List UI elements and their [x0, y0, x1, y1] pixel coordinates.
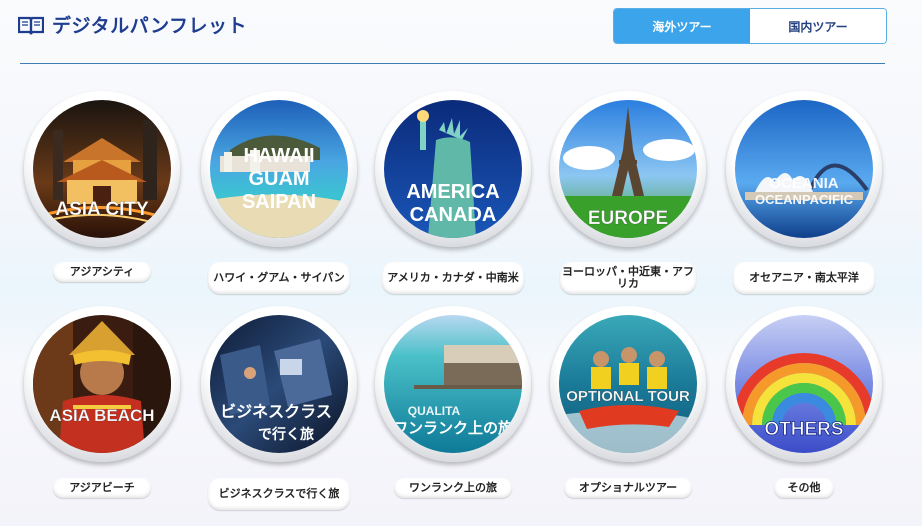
destination-image-qualita[interactable]: QUALITA ワンランク上の旅	[375, 306, 531, 462]
destination-caption[interactable]: アジアシティ	[53, 262, 151, 282]
destination-caption[interactable]: アジアビーチ	[53, 478, 151, 498]
destination-image-business[interactable]: ビジネスクラス で行く旅	[201, 306, 357, 462]
destination-overlay-america-line2: CANADA	[410, 204, 497, 226]
destination-caption[interactable]: ヨーロッパ・中近東・アフリカ	[560, 262, 696, 294]
destination-overlay-others: OTHERS	[764, 419, 843, 440]
destination-caption[interactable]: オセアニア・南太平洋	[733, 262, 875, 294]
destination-overlay-optional: OPTIONAL TOUR	[566, 388, 690, 405]
destination-image-hawaii[interactable]: HAWAII GUAM SAIPAN	[201, 91, 357, 247]
destination-image-others[interactable]: OTHERS	[726, 306, 882, 462]
destination-overlay-europe: EUROPE	[588, 208, 668, 229]
page-title: デジタルパンフレット	[52, 15, 248, 37]
destination-image-europe[interactable]: EUROPE	[550, 91, 706, 247]
destination-overlay-oceania-line2: OCEANPACIFIC	[755, 192, 854, 207]
destination-image-oceania[interactable]: OCEANIA OCEANPACIFIC	[726, 91, 882, 247]
destination-caption[interactable]: アメリカ・カナダ・中南米	[382, 262, 524, 294]
destination-overlay-qualita-line2: ワンランク上の旅	[393, 419, 513, 437]
destination-overlay-qualita-line1: QUALITA	[408, 404, 461, 418]
destination-caption[interactable]: ワンランク上の旅	[394, 478, 512, 498]
destination-caption[interactable]: ビジネスクラスで行く旅	[208, 478, 350, 510]
destination-caption[interactable]: ハワイ・グアム・サイパン	[208, 262, 350, 294]
destination-overlay-oceania-line1: OCEANIA	[769, 175, 838, 192]
destination-overlay-america-line1: AMERICA	[406, 181, 499, 203]
destination-overlay-hawaii-line1: HAWAII	[243, 145, 314, 167]
header-divider	[20, 63, 885, 64]
header-logo: デジタルパンフレット	[18, 11, 247, 38]
destination-image-asia-beach[interactable]: ASIA BEACH	[24, 306, 180, 462]
destination-overlay-business-line2: で行く旅	[258, 426, 314, 442]
destination-image-optional[interactable]: OPTIONAL TOUR	[550, 306, 706, 462]
tab-domestic-tours[interactable]: 国内ツアー	[750, 9, 886, 43]
destination-overlay-asia-beach: ASIA BEACH	[49, 406, 154, 425]
destination-overlay-asia-city: ASIA CITY	[55, 199, 149, 220]
destination-overlay-business-line1: ビジネスクラス	[220, 403, 332, 421]
destination-image-asia-city[interactable]: ASIA CITY	[24, 91, 180, 247]
destination-overlay-hawaii-line2: GUAM	[248, 168, 309, 190]
region-tabs: 海外ツアー 国内ツアー	[613, 8, 887, 44]
destination-image-america[interactable]: AMERICA CANADA	[375, 91, 531, 247]
open-book-icon	[18, 16, 44, 34]
destination-overlay-hawaii-line3: SAIPAN	[242, 191, 316, 213]
destination-caption[interactable]: オプショナルツアー	[564, 478, 692, 498]
tab-overseas-tours[interactable]: 海外ツアー	[614, 9, 750, 43]
destination-caption[interactable]: その他	[774, 478, 834, 498]
